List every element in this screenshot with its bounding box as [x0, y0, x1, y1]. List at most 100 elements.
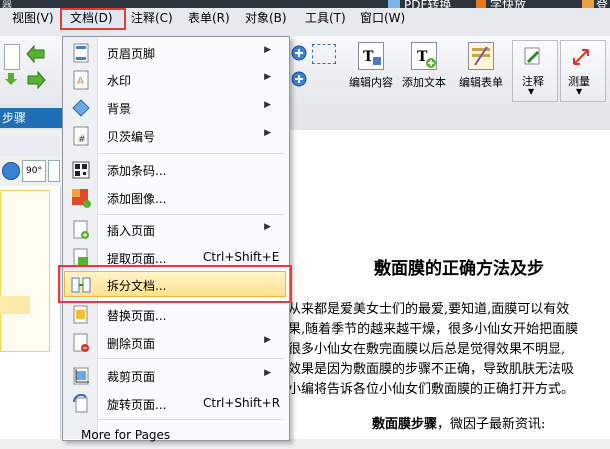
menu-tools[interactable]: 工具(T) [305, 8, 346, 28]
edit-content-button[interactable]: T 编辑内容 [346, 42, 396, 90]
menu-item-label: 背景 [107, 102, 132, 116]
marquee-zoom-icon[interactable] [312, 44, 336, 64]
page-thumbnail[interactable] [0, 190, 50, 352]
add-text-icon: T [411, 42, 437, 70]
menu-separator [98, 214, 284, 215]
menu-form[interactable]: 表单(R) [188, 8, 230, 28]
menu-item-rotate-page[interactable]: 旋转页面... Ctrl+Shift+R [63, 391, 287, 417]
svg-text:A: A [77, 76, 84, 87]
document-line: 很多小仙女在敷完面膜以后总是觉得效果不明显, [288, 342, 566, 357]
menu-object[interactable]: 对象(B) [245, 8, 287, 28]
document-sub-heading: 敷面膜步骤，微因子最新资讯: [372, 413, 545, 432]
split-document-highlight [58, 265, 292, 303]
submenu-arrow-icon: ▶ [264, 335, 271, 345]
menu-separator [98, 419, 284, 420]
document-line: 小编将告诉各位小仙女们敷面膜的正确打开方式。 [288, 382, 575, 397]
edit-content-label: 编辑内容 [349, 76, 393, 89]
document-tab-label: 步骤 [2, 111, 27, 125]
submenu-arrow-icon: ▶ [264, 128, 271, 138]
sub-heading-bold: 敷面膜步骤 [372, 417, 438, 432]
menu-comment[interactable]: 注释(C) [131, 8, 173, 28]
add-text-button[interactable]: T 添加文本 [398, 42, 450, 90]
zoom-out-icon[interactable] [290, 70, 308, 88]
menu-item-label: 添加图像... [107, 192, 167, 206]
menu-item-label: 插入页面 [107, 224, 156, 238]
submenu-arrow-icon: ▶ [264, 100, 271, 110]
menu-item-label: More for Pages [81, 428, 171, 442]
toolbar-doc-icon[interactable] [4, 44, 20, 70]
annotate-icon [522, 46, 544, 68]
insert-page-icon [71, 220, 91, 240]
menu-item-shortcut: Ctrl+Shift+R [203, 396, 281, 410]
submenu-arrow-icon: ▶ [264, 368, 271, 378]
pdf-convert-icon[interactable] [388, 0, 400, 8]
menu-item-label: 页眉页脚 [107, 47, 156, 61]
svg-text:#: # [78, 135, 86, 145]
watermark-icon: A [71, 70, 91, 90]
menu-item-insert-page[interactable]: 插入页面 ▶ [63, 217, 287, 243]
edit-form-button[interactable]: 编辑表单 [456, 42, 506, 90]
rotate-90-button[interactable]: 90° [22, 160, 46, 182]
bates-number-icon: # [71, 126, 91, 146]
edit-content-icon: T [358, 42, 384, 70]
edit-form-label: 编辑表单 [459, 76, 503, 89]
menu-item-label: 裁剪页面 [107, 370, 156, 384]
document-line: 从来都是爱美女士们的最爱,要知道,面膜可以有效 [288, 302, 570, 317]
rotate-icon[interactable] [2, 162, 20, 180]
measure-icon [570, 46, 592, 68]
arrow-down-icon[interactable] [4, 72, 18, 86]
menu-item-header-footer[interactable]: 页眉页脚 ▶ [63, 40, 287, 66]
menu-item-label: 贝茨编号 [107, 130, 156, 144]
menu-document[interactable]: 文档(D) [70, 8, 113, 28]
add-image-icon [71, 188, 91, 208]
rotate-page-icon [71, 393, 91, 414]
delete-page-icon [71, 333, 91, 353]
menu-item-replace-page[interactable]: 替换页面... [63, 302, 287, 328]
document-line: 效果是因为敷面膜的步骤不正确，导致肌肤无法吸 [288, 362, 575, 377]
menu-item-label: 替换页面... [107, 309, 167, 323]
login-icon[interactable] [582, 0, 594, 8]
arrow-right-icon[interactable] [26, 70, 46, 90]
menu-item-shortcut: Ctrl+Shift+E [203, 250, 280, 264]
menu-item-more-for-pages[interactable]: More for Pages [63, 423, 287, 449]
sub-heading-rest: ，微因子最新资讯: [437, 417, 546, 432]
rotate-dropdown[interactable] [48, 160, 60, 182]
menu-item-label: 添加条码... [107, 164, 167, 178]
edit-form-icon [468, 42, 494, 70]
document-tab[interactable]: 步骤 [0, 108, 62, 128]
replace-page-icon [71, 305, 91, 325]
menu-item-add-barcode[interactable]: 添加条码... [63, 157, 287, 183]
submenu-arrow-icon: ▶ [264, 222, 271, 232]
menu-item-bates-number[interactable]: # 贝茨编号 ▶ [63, 123, 287, 149]
document-line: 果,随着季节的越来越干燥，很多小仙女开始把面膜 [288, 322, 579, 337]
submenu-arrow-icon: ▶ [264, 45, 271, 55]
submenu-arrow-icon: ▶ [264, 72, 271, 82]
zoom-in-icon[interactable] [290, 44, 308, 62]
crop-page-icon [71, 366, 91, 386]
thumbnail-selection [0, 296, 30, 314]
rotate-value: 90° [26, 166, 42, 176]
menu-window[interactable]: 窗口(W) [360, 8, 405, 28]
add-text-label: 添加文本 [402, 76, 446, 89]
menu-separator [98, 358, 284, 359]
barcode-icon [71, 160, 91, 180]
menu-item-label: 旋转页面... [107, 398, 167, 412]
background-icon [71, 98, 91, 118]
menu-separator [98, 153, 284, 154]
menu-item-watermark[interactable]: A 水印 ▶ [63, 67, 287, 93]
menu-item-add-image[interactable]: 添加图像... [63, 185, 287, 211]
shortcut-icon[interactable] [476, 0, 486, 8]
left-panel-header [0, 136, 60, 156]
menu-item-delete-page[interactable]: 删除页面 ▶ [63, 330, 287, 356]
chevron-down-icon: ▼ [576, 87, 583, 96]
arrow-left-icon[interactable] [26, 44, 46, 64]
chevron-down-icon: ▼ [528, 87, 535, 96]
svg-text:T: T [363, 49, 374, 65]
menu-item-label: 水印 [107, 74, 132, 88]
menu-item-crop-page[interactable]: 裁剪页面 ▶ [63, 363, 287, 389]
menu-item-background[interactable]: 背景 ▶ [63, 95, 287, 121]
header-footer-icon [71, 43, 91, 63]
menu-view[interactable]: 视图(V) [12, 8, 54, 28]
menu-item-label: 删除页面 [107, 337, 156, 351]
document-title: 敷面膜的正确方法及步 [374, 259, 544, 279]
